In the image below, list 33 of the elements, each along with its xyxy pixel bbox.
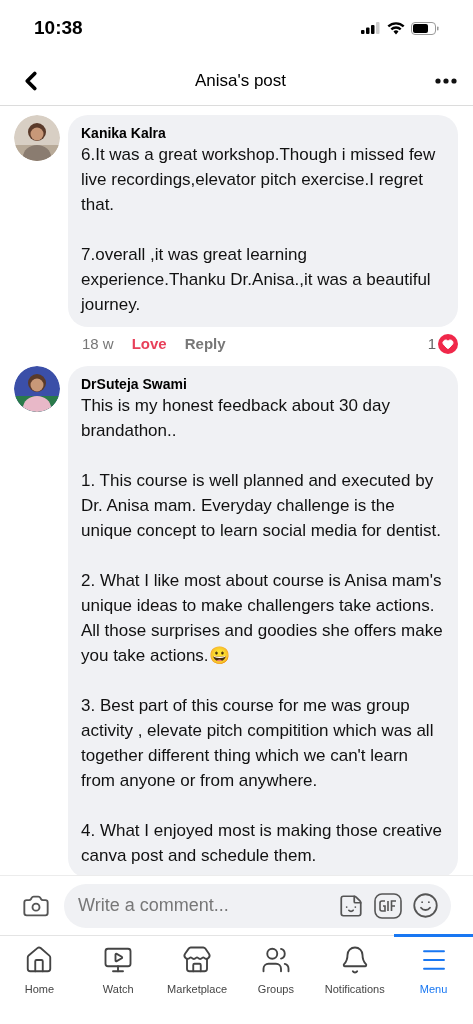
comment-text: 1. This course is well planned and executed by Dr. Anisa mam. Everyday challenge is the unique concept to learn social media for dentist. [81,469,443,542]
tab[interactable]: Home [0,934,79,1024]
comment-text: 7.overall ,it was great learning experience.Thanku Dr.Anisa.,it was a beautiful journey. [81,244,432,316]
comment-field[interactable]: Write a comment... [64,883,451,928]
comment-time: 18 w [82,334,114,354]
battery-icon [411,21,439,35]
tab[interactable]: Marketplace [157,934,237,1024]
author-name: Kanika Kalra [81,124,167,142]
status-time: 10:38 [34,15,83,40]
video-icon [103,945,134,975]
tab[interactable]: Notifications [315,934,395,1024]
signal-icon [361,22,381,34]
more-button[interactable] [435,77,457,84]
tab[interactable]: Menu [394,934,473,1024]
author-name: DrSuteja Swami [81,374,188,393]
comment-text: 4. What I enjoyed most is making those creative canva post and schedule them. [81,819,443,867]
sticker-icon[interactable] [338,892,364,919]
shop-icon [182,945,213,975]
more-icon [435,77,457,84]
reaction-count: 1 [427,334,436,354]
wifi-icon [387,21,405,35]
love-link[interactable]: Love [131,333,167,356]
gif-icon[interactable] [374,892,402,919]
tab[interactable]: Groups [236,934,316,1024]
comment-text: 3. Best part of this course for me was group activity , elevate pitch compitition which was all together different thing which we can't learn from anyone or from anywhere. [81,694,435,792]
comment-text: 2. What I like most about course is Anisa mam's unique ideas to make challengers take actions. All those surprises and goodies she offers make you take actions.😀 [81,569,444,667]
reply-link[interactable]: Reply [184,333,226,356]
people-icon [260,945,291,975]
comment-text: This is my honest feedback about 30 day brandathon.. [81,394,391,442]
header-title: Anisa's post [194,69,287,92]
tab[interactable]: Watch [78,934,158,1024]
comment-text: 6.It was a great workshop.Though i missed few live recordings,elevator pitch exercise.I regret that. [81,144,437,216]
emoji-icon[interactable] [412,892,439,919]
